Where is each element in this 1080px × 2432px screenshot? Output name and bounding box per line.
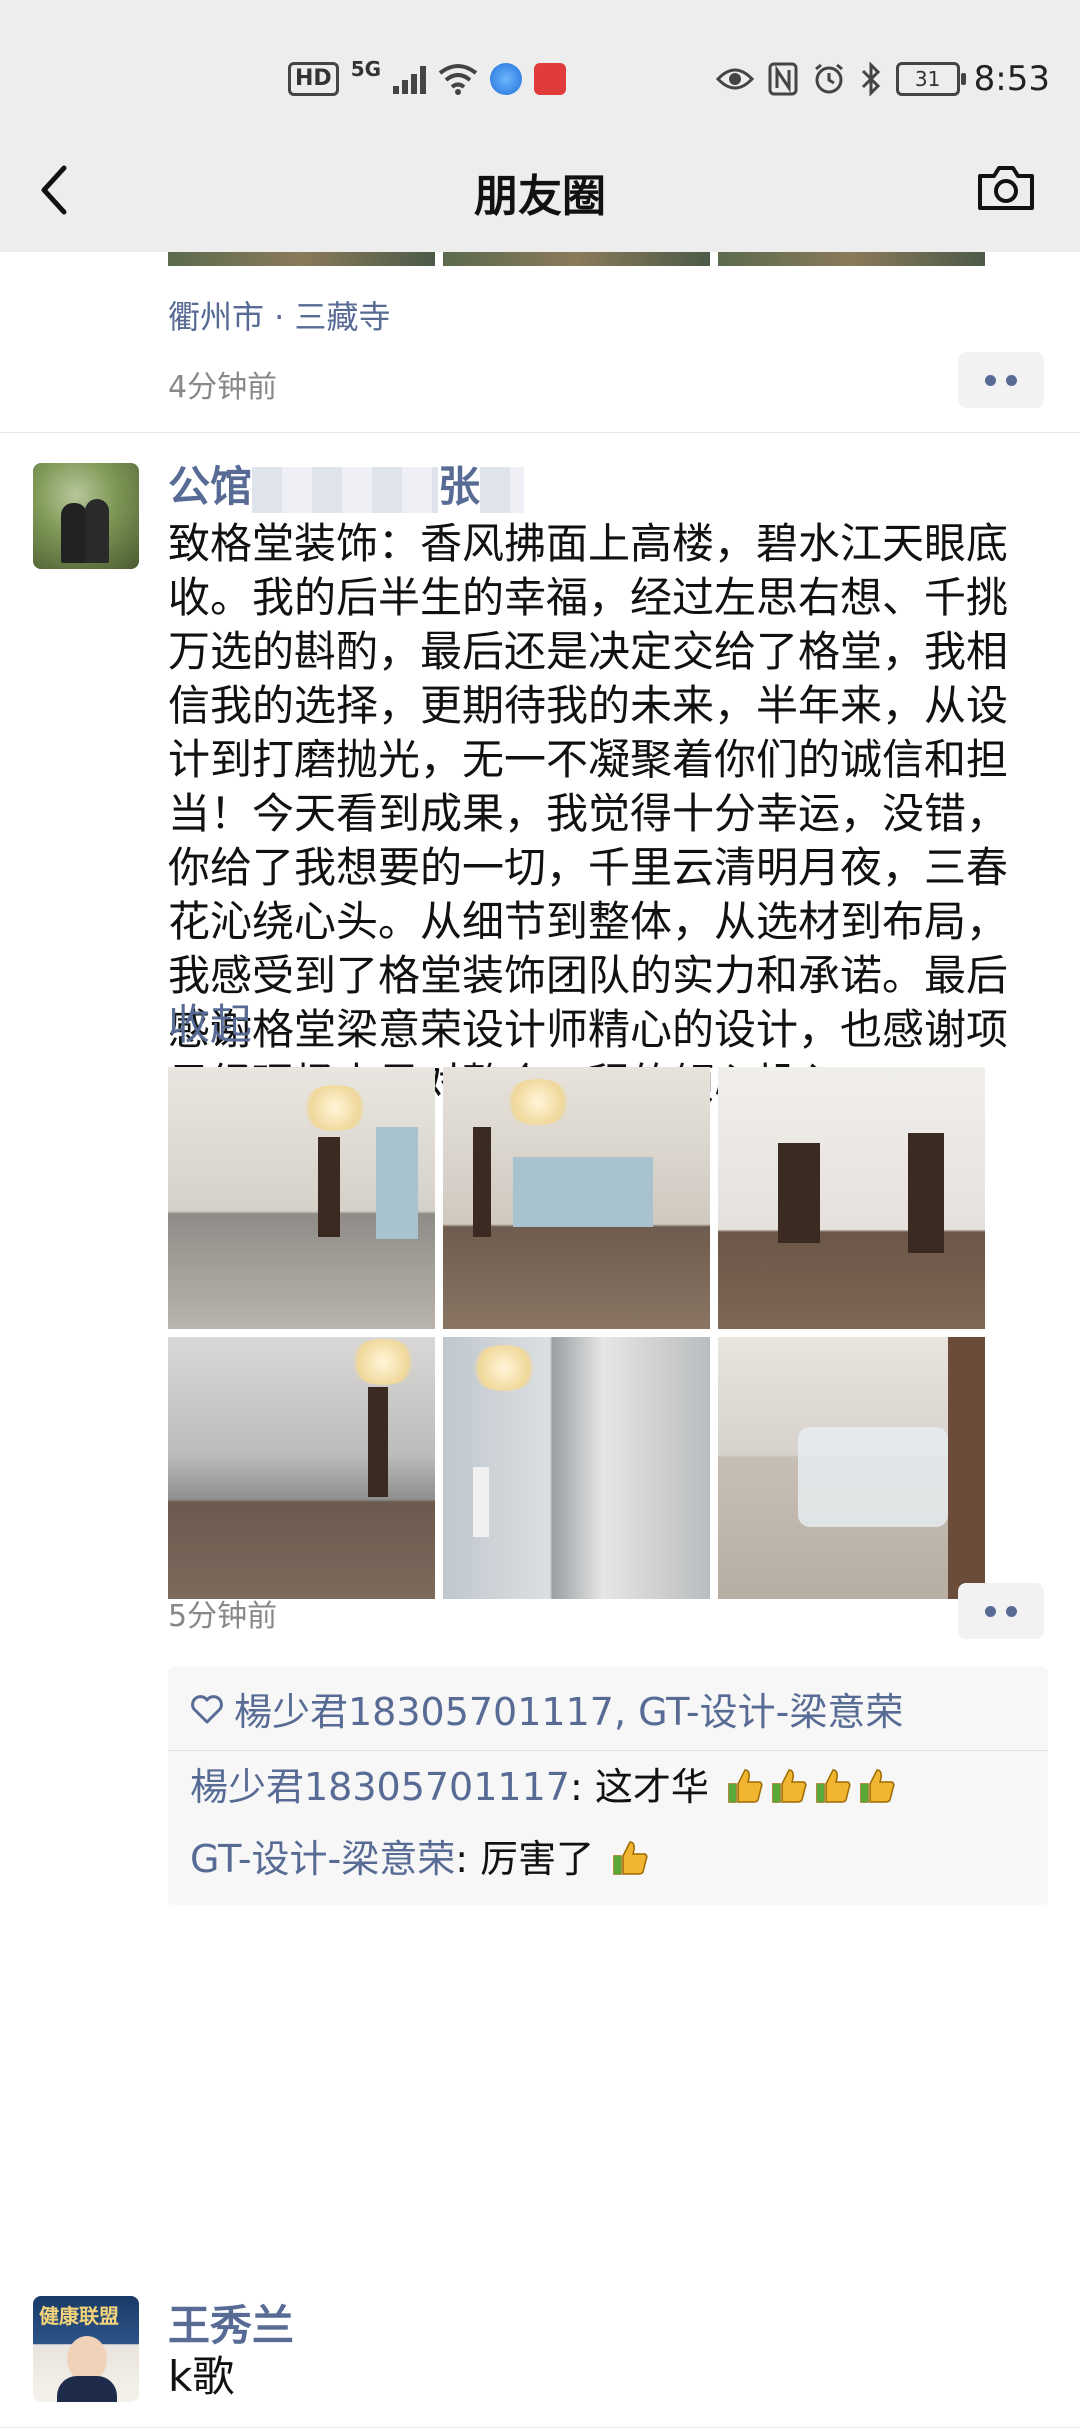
photo-thumbnail[interactable] <box>168 252 435 266</box>
status-bar-right: 31 8:53 <box>715 54 1050 104</box>
app-notification-icon <box>490 63 523 95</box>
wifi-icon <box>438 64 478 95</box>
alarm-icon <box>814 63 843 94</box>
avatar[interactable] <box>33 463 139 569</box>
post-body: 致格堂装饰：香风拂面上高楼，碧水江天眼底收。我的后半生的幸福，经过左思右想、千挑… <box>168 519 1009 1108</box>
photo-thumbnail[interactable] <box>168 1337 435 1599</box>
gift-app-icon <box>534 63 567 95</box>
photo-grid <box>168 1067 985 1599</box>
post-body: k歌 <box>168 2352 235 2401</box>
camera-icon[interactable] <box>976 162 1036 212</box>
comment-separator: : <box>569 1765 595 1809</box>
comment-item[interactable]: 楊少君18305701117: 这才华 <box>168 1751 1048 1823</box>
comment-author[interactable]: 楊少君18305701117 <box>190 1765 570 1809</box>
signal-icon <box>393 64 427 94</box>
avatar-caption: 健康联盟 <box>39 2304 119 2328</box>
thumbs-up-icon <box>816 1769 851 1803</box>
photo-thumbnail[interactable] <box>443 1067 710 1329</box>
post-author[interactable]: 公馆 张 <box>168 453 525 514</box>
network-type: 5G <box>350 57 382 81</box>
thumbs-up-icon <box>772 1769 807 1803</box>
photo-thumbnail[interactable] <box>443 1337 710 1599</box>
likes-names[interactable]: 楊少君18305701117, GT-设计-梁意荣 <box>234 1681 903 1736</box>
page-title: 朋友圈 <box>474 171 606 222</box>
nfc-icon <box>768 62 798 96</box>
photo-thumbnail[interactable] <box>718 252 985 266</box>
previous-post-tail: 衢州市 · 三藏寺 4分钟前 <box>0 252 1080 433</box>
comment-text: 这才华 <box>594 1765 709 1809</box>
comment-text: 厉害了 <box>480 1837 595 1881</box>
avatar[interactable]: 健康联盟 <box>33 2296 139 2402</box>
post-time: 4分钟前 <box>168 370 278 405</box>
moments-feed[interactable]: 衢州市 · 三藏寺 4分钟前 公馆 张 致格堂装饰：香风拂面上高楼，碧水江天眼底收… <box>0 252 1080 2428</box>
post-location[interactable]: 衢州市 · 三藏寺 <box>168 292 391 338</box>
previous-post-photos[interactable] <box>168 252 985 266</box>
bluetooth-icon <box>861 62 880 96</box>
photo-thumbnail[interactable] <box>443 252 710 266</box>
author-name-prefix: 公馆 <box>168 462 253 511</box>
collapse-link[interactable]: 收起 <box>168 991 252 1052</box>
comment-author[interactable]: GT-设计-梁意荣 <box>190 1837 455 1881</box>
author-name-suffix: 张 <box>438 462 481 511</box>
eye-icon <box>715 68 754 90</box>
post-time: 5分钟前 <box>168 1599 278 1634</box>
moment-post: 公馆 张 致格堂装饰：香风拂面上高楼，碧水江天眼底收。我的后半生的幸福，经过左思右… <box>0 433 1080 2428</box>
likes-row: 楊少君18305701117, GT-设计-梁意荣 <box>168 1667 1048 1751</box>
comment-separator: : <box>455 1837 481 1881</box>
name-blur-mask <box>480 466 525 513</box>
name-blur-mask <box>252 466 439 513</box>
post-author[interactable]: 王秀兰 <box>168 2292 294 2353</box>
clock: 8:53 <box>973 59 1050 99</box>
more-actions-button[interactable] <box>958 352 1044 408</box>
thumbs-up-icon <box>728 1769 763 1803</box>
more-actions-button[interactable] <box>958 1583 1044 1639</box>
heart-icon <box>191 1694 223 1723</box>
moment-post: 健康联盟 王秀兰 k歌 <box>0 2272 1080 2432</box>
comment-area: 楊少君18305701117, GT-设计-梁意荣 楊少君18305701117… <box>168 1667 1048 1905</box>
comment-item[interactable]: GT-设计-梁意荣: 厉害了 <box>168 1823 1048 1905</box>
photo-thumbnail[interactable] <box>168 1067 435 1329</box>
photo-thumbnail[interactable] <box>718 1067 985 1329</box>
battery-icon: 31 <box>895 62 966 96</box>
top-bar: HD 5G 31 8:53 朋友圈 <box>0 0 1080 252</box>
status-bar-left: HD 5G <box>288 54 567 104</box>
hd-badge: HD <box>288 62 339 96</box>
photo-thumbnail[interactable] <box>718 1337 985 1599</box>
thumbs-up-icon <box>860 1769 895 1803</box>
thumbs-up-icon <box>613 1841 648 1875</box>
